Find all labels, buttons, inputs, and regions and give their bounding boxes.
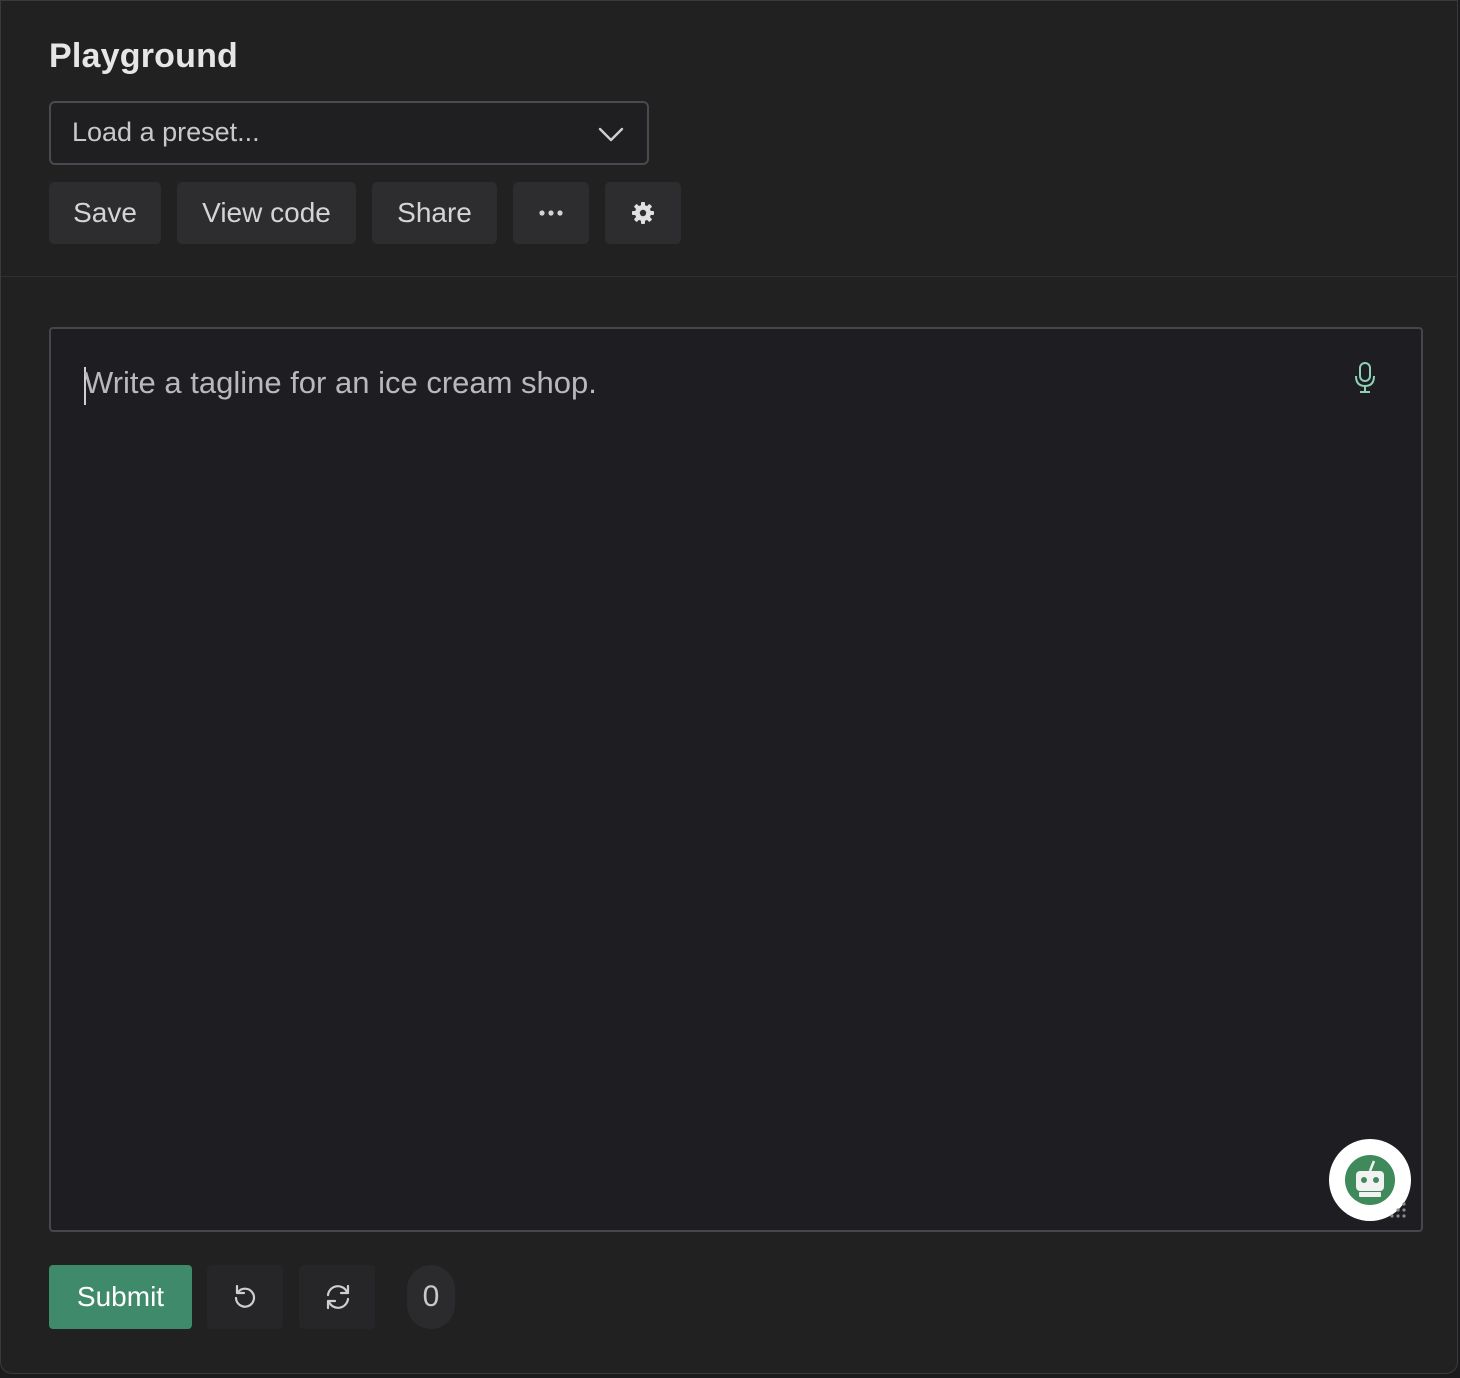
chevron-down-icon <box>598 127 624 142</box>
undo-icon <box>234 1284 256 1308</box>
page-title: Playground <box>49 37 239 75</box>
ellipsis-icon <box>539 210 563 216</box>
share-button[interactable]: Share <box>372 182 497 244</box>
robot-assistant-icon <box>1345 1155 1395 1205</box>
playground-header: Playground Load a preset... Save View co… <box>1 1 1457 277</box>
resize-handle-icon[interactable] <box>1389 1201 1407 1219</box>
more-options-button[interactable] <box>513 182 589 244</box>
prompt-placeholder: Write a tagline for an ice cream shop. <box>84 365 597 400</box>
prompt-editor[interactable]: Write a tagline for an ice cream shop. <box>49 327 1423 1232</box>
regenerate-icon <box>326 1284 350 1310</box>
undo-button[interactable] <box>207 1265 283 1329</box>
submit-button[interactable]: Submit <box>49 1265 192 1329</box>
token-count-badge: 0 <box>407 1265 455 1329</box>
regenerate-button[interactable] <box>299 1265 375 1329</box>
gear-icon <box>632 202 654 224</box>
save-button[interactable]: Save <box>49 182 161 244</box>
playground-window: Playground Load a preset... Save View co… <box>0 0 1458 1374</box>
preset-select-label: Load a preset... <box>72 117 260 147</box>
preset-select[interactable]: Load a preset... <box>49 101 649 165</box>
settings-button[interactable] <box>605 182 681 244</box>
microphone-icon[interactable] <box>1353 361 1377 395</box>
view-code-button[interactable]: View code <box>177 182 356 244</box>
